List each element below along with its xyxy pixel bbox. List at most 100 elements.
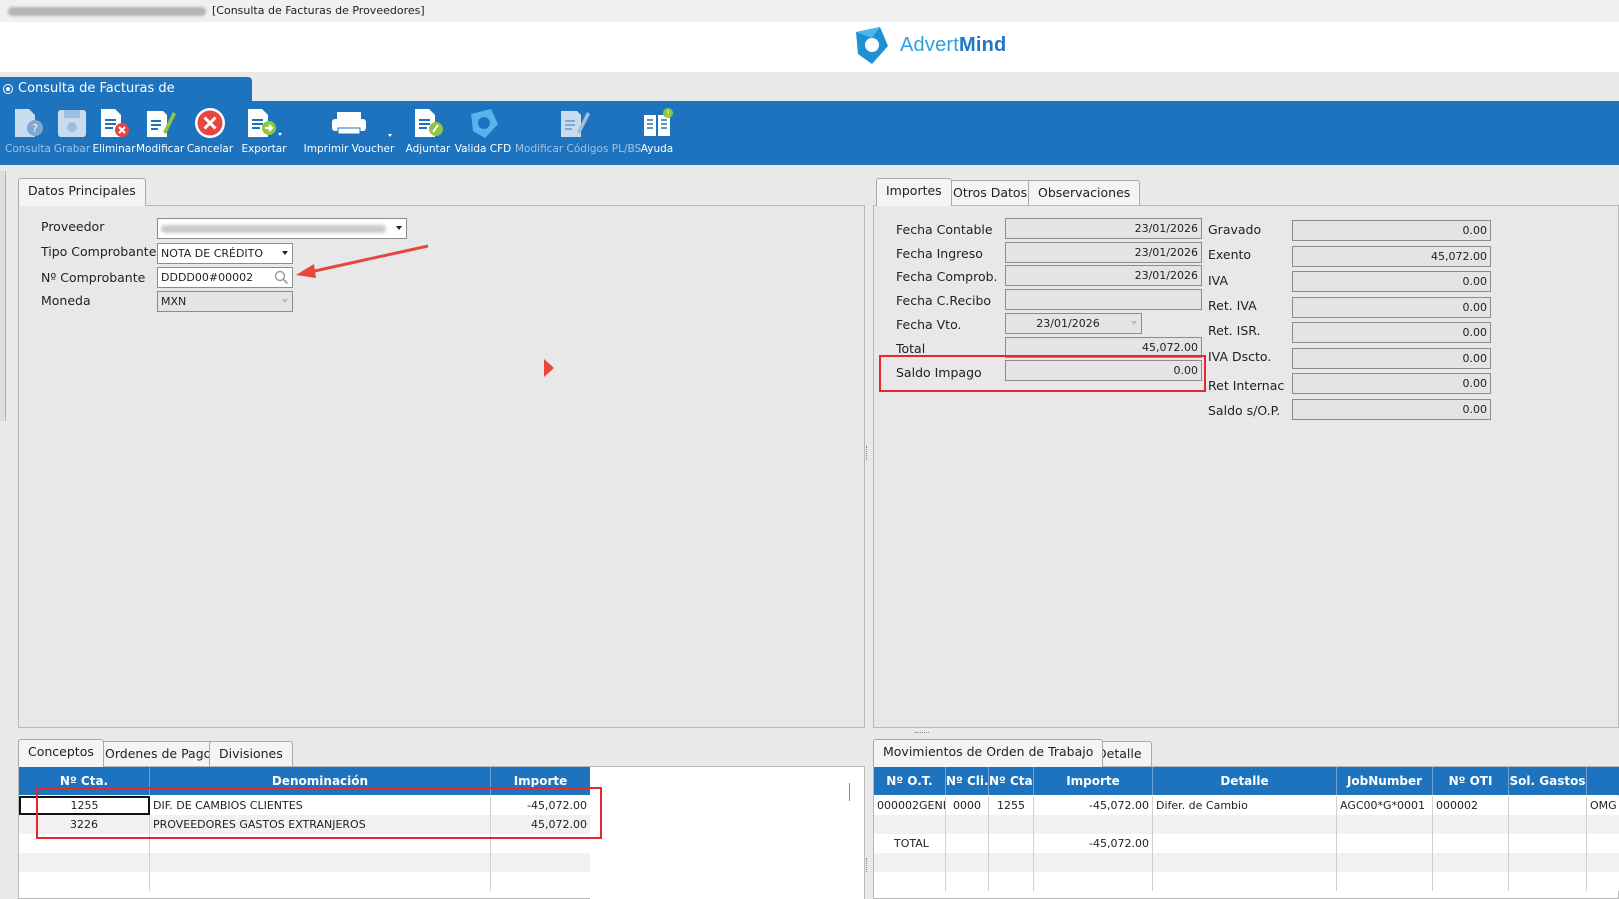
col-detalle[interactable]: Detalle bbox=[1153, 767, 1337, 795]
col-importe[interactable]: Importe bbox=[491, 767, 590, 795]
valida-cfd-button[interactable]: Valida CFD bbox=[454, 105, 512, 163]
cell-oti[interactable]: 000002 bbox=[1433, 796, 1509, 815]
col-cta[interactable]: Nº Cta. bbox=[19, 767, 150, 795]
vertical-splitter[interactable] bbox=[866, 446, 868, 460]
saldo-impago-field[interactable]: 0.00 bbox=[1005, 360, 1202, 381]
moneda-label: Moneda bbox=[41, 293, 91, 308]
gravado-field[interactable]: 0.00 bbox=[1292, 220, 1491, 241]
cancelar-button[interactable]: Cancelar bbox=[186, 105, 234, 163]
cell-cta[interactable]: 1255 bbox=[989, 796, 1034, 815]
tab-consulta-facturas[interactable]: Consulta de Facturas de Proveedores bbox=[0, 77, 252, 120]
col-cli[interactable]: Nº Cli. bbox=[946, 767, 989, 795]
exento-field[interactable]: 45,072.00 bbox=[1292, 246, 1491, 267]
ret-iva-label: Ret. IVA bbox=[1208, 298, 1257, 313]
cell-importe[interactable]: 45,072.00 bbox=[491, 815, 590, 834]
chevron-down-icon[interactable] bbox=[282, 299, 288, 303]
tab-datos-principales[interactable]: Datos Principales bbox=[18, 178, 146, 206]
cell-importe[interactable]: -45,072.00 bbox=[1034, 796, 1153, 815]
exportar-label: Exportar bbox=[241, 143, 287, 155]
table-row bbox=[19, 834, 590, 853]
tab-divisiones[interactable]: Divisiones bbox=[209, 741, 293, 767]
cell-importe[interactable]: -45,072.00 bbox=[491, 796, 590, 815]
fecha-contable-field[interactable]: 23/01/2026 bbox=[1005, 218, 1202, 239]
cell-cta[interactable]: 1255 bbox=[19, 796, 150, 815]
exportar-button[interactable]: Exportar bbox=[236, 105, 292, 163]
horizontal-splitter[interactable] bbox=[915, 732, 929, 734]
col-ot[interactable]: Nº O.T. bbox=[874, 767, 946, 795]
app-tab-strip: Consulta de Facturas de Proveedores bbox=[0, 72, 1619, 120]
col-extra[interactable] bbox=[1587, 767, 1619, 795]
iva-field[interactable]: 0.00 bbox=[1292, 271, 1491, 292]
numero-comprobante-field[interactable]: DDDD00#00002 bbox=[157, 267, 293, 288]
vertical-splitter-bottom[interactable] bbox=[866, 858, 868, 872]
col-importe[interactable]: Importe bbox=[1034, 767, 1153, 795]
cell-extra[interactable]: OMG bbox=[1587, 796, 1619, 815]
table-row bbox=[874, 815, 1619, 834]
saldo-op-field[interactable]: 0.00 bbox=[1292, 399, 1491, 420]
tipo-comprobante-value: NOTA DE CRÉDITO bbox=[161, 247, 264, 260]
tab-ordenes-de-pago-label: Ordenes de Pago bbox=[105, 746, 212, 761]
total-row: TOTAL -45,072.00 bbox=[874, 834, 1619, 853]
cell-sol-gastos[interactable] bbox=[1509, 796, 1587, 815]
tab-movimientos-ot[interactable]: Movimientos de Orden de Trabajo bbox=[873, 739, 1104, 767]
col-oti[interactable]: Nº OTI bbox=[1433, 767, 1509, 795]
imprimir-voucher-button[interactable]: Imprimir Voucher bbox=[300, 105, 398, 163]
eliminar-button[interactable]: Eliminar bbox=[92, 105, 136, 163]
cell-jobnumber[interactable]: AGC00*G*0001 bbox=[1337, 796, 1433, 815]
chevron-down-icon[interactable] bbox=[282, 251, 288, 255]
tipo-comprobante-combo[interactable]: NOTA DE CRÉDITO bbox=[157, 243, 293, 264]
window-title: [Consulta de Facturas de Proveedores] bbox=[212, 4, 425, 17]
ayuda-label: Ayuda bbox=[640, 143, 674, 155]
proveedor-combo[interactable] bbox=[157, 218, 407, 239]
tab-importes[interactable]: Importes bbox=[876, 178, 952, 206]
cell-ot[interactable]: 000002GENE bbox=[874, 796, 946, 815]
fecha-vto-label: Fecha Vto. bbox=[896, 317, 962, 332]
cell-denominacion[interactable]: DIF. DE CAMBIOS CLIENTES bbox=[150, 796, 491, 815]
cell-cta[interactable]: 3226 bbox=[19, 815, 150, 834]
ret-isr-field[interactable]: 0.00 bbox=[1292, 322, 1491, 343]
tab-indicator-icon bbox=[4, 85, 12, 93]
ret-iva-field[interactable]: 0.00 bbox=[1292, 297, 1491, 318]
col-cta[interactable]: Nº Cta. bbox=[989, 767, 1034, 795]
table-row bbox=[874, 853, 1619, 872]
adjuntar-button[interactable]: Adjuntar bbox=[404, 105, 452, 163]
fecha-comprob-label: Fecha Comprob. bbox=[896, 269, 998, 284]
cell-detalle[interactable]: Difer. de Cambio bbox=[1153, 796, 1337, 815]
table-row[interactable]: 1255 DIF. DE CAMBIOS CLIENTES -45,072.00 bbox=[19, 796, 590, 815]
tab-conceptos[interactable]: Conceptos bbox=[18, 739, 104, 767]
fecha-ingreso-field[interactable]: 23/01/2026 bbox=[1005, 242, 1202, 263]
search-icon[interactable] bbox=[274, 270, 289, 285]
moneda-combo[interactable]: MXN bbox=[157, 291, 293, 312]
fecha-contable-label: Fecha Contable bbox=[896, 222, 993, 237]
modificar-codigos-button[interactable]: Modificar Códigos PL/BS bbox=[515, 105, 641, 163]
total-field[interactable]: 45,072.00 bbox=[1005, 337, 1202, 358]
panel-divider bbox=[864, 766, 865, 899]
fecha-vto-field[interactable]: 23/01/2026 bbox=[1005, 313, 1142, 334]
ret-internac-label: Ret Internac bbox=[1208, 378, 1285, 393]
expand-triangle-icon[interactable] bbox=[543, 358, 555, 378]
ret-internac-field[interactable]: 0.00 bbox=[1292, 373, 1491, 394]
chevron-down-icon[interactable] bbox=[396, 226, 402, 230]
chevron-down-icon[interactable] bbox=[1131, 321, 1137, 325]
tab-ordenes-de-pago[interactable]: Ordenes de Pago bbox=[95, 741, 222, 767]
iva-dscto-field[interactable]: 0.00 bbox=[1292, 348, 1491, 369]
cell-denominacion[interactable]: PROVEEDORES GASTOS EXTRANJEROS bbox=[150, 815, 491, 834]
tab-observaciones[interactable]: Observaciones bbox=[1028, 180, 1141, 206]
scrollbar-indicator[interactable] bbox=[849, 783, 850, 801]
col-sol-gastos[interactable]: Sol. Gastos bbox=[1509, 767, 1587, 795]
ayuda-button[interactable]: ! Ayuda bbox=[635, 105, 679, 163]
numero-comprobante-label: Nº Comprobante bbox=[41, 270, 146, 285]
table-row[interactable]: 3226 PROVEEDORES GASTOS EXTRANJEROS 45,0… bbox=[19, 815, 590, 834]
tab-otros-datos[interactable]: Otros Datos bbox=[943, 180, 1038, 206]
grabar-button[interactable]: Grabar bbox=[52, 105, 92, 163]
table-row[interactable]: 000002GENE 0000 1255 -45,072.00 Difer. d… bbox=[874, 796, 1619, 815]
fecha-comprob-field[interactable]: 23/01/2026 bbox=[1005, 265, 1202, 286]
fecha-c-recibo-field[interactable] bbox=[1005, 289, 1202, 310]
document-export-icon bbox=[248, 109, 282, 137]
consulta-button[interactable]: ? Consulta bbox=[4, 105, 52, 163]
cell-cli[interactable]: 0000 bbox=[946, 796, 989, 815]
col-denominacion[interactable]: Denominación bbox=[150, 767, 491, 795]
header-band: AdvertMind bbox=[0, 22, 1619, 72]
col-jobnumber[interactable]: JobNumber bbox=[1337, 767, 1433, 795]
modificar-button[interactable]: Modificar bbox=[136, 105, 184, 163]
